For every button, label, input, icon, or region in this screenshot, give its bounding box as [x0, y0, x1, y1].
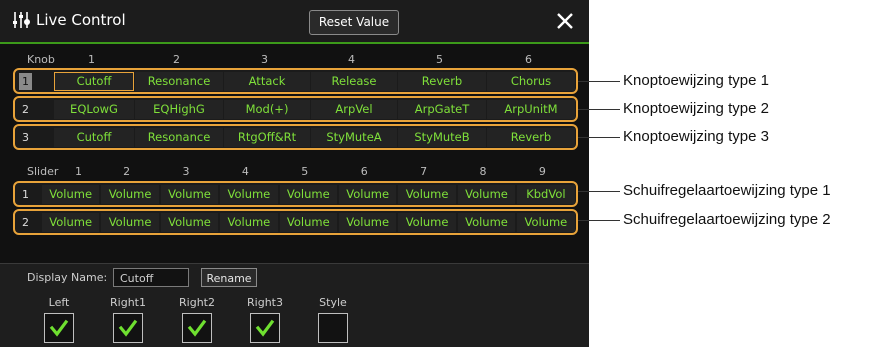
annotation-label: Knoptoewijzing type 2: [623, 100, 769, 117]
checkmark-icon: [187, 319, 207, 337]
knob-assign-cell[interactable]: StyMuteA: [311, 128, 397, 147]
part-label-right1: Right1: [110, 296, 146, 309]
knob-assign-cell[interactable]: RtgOff&Rt: [224, 128, 310, 147]
knob-assign-row-1: 1 Cutoff Resonance Attack Release Reverb Choru…: [13, 68, 578, 94]
part-label-right3: Right3: [247, 296, 283, 309]
knob-column-header: 1: [88, 53, 95, 66]
row-number[interactable]: 1: [19, 73, 32, 90]
knob-assign-cell[interactable]: Mod(+): [224, 100, 310, 119]
row-number[interactable]: 2: [19, 214, 32, 231]
slider-column-header: 9: [538, 165, 546, 178]
slider-assign-cell[interactable]: Volume: [220, 213, 278, 232]
slider-assign-cell[interactable]: Volume: [398, 185, 456, 204]
annotation-leader-line: [578, 220, 620, 221]
knob-assign-cell[interactable]: ArpVel: [311, 100, 397, 119]
knob-column-header: 2: [173, 53, 180, 66]
knob-assign-cell[interactable]: Resonance: [135, 128, 223, 147]
slider-assign-row-2: 2 Volume Volume Volume Volume Volume Volume Vol…: [13, 209, 578, 235]
part-label-style: Style: [319, 296, 347, 309]
annotation-label: Schuifregelaartoewijzing type 1: [623, 182, 831, 199]
annotation-leader-line: [578, 137, 620, 138]
reset-value-button[interactable]: Reset Value: [309, 10, 399, 35]
knob-assign-cell[interactable]: Cutoff: [54, 128, 134, 147]
knob-assign-row-3: 3 Cutoff Resonance RtgOff&Rt StyMuteA StyMute…: [13, 124, 578, 150]
slider-assign-cell[interactable]: Volume: [457, 185, 516, 204]
part-checkbox-left[interactable]: [44, 313, 74, 343]
checkmark-icon: [49, 319, 69, 337]
knob-assign-cell[interactable]: Reverb: [487, 128, 575, 147]
slider-assign-cell[interactable]: Volume: [42, 213, 100, 232]
row-number[interactable]: 1: [19, 186, 32, 203]
knob-assign-cell[interactable]: Cutoff: [54, 72, 134, 91]
part-label-left: Left: [48, 296, 70, 309]
slider-header-label: Slider: [27, 165, 59, 178]
slider-assign-cell[interactable]: Volume: [457, 213, 516, 232]
slider-column-header: 4: [241, 165, 249, 178]
slider-assign-cell[interactable]: Volume: [398, 213, 456, 232]
window-title: Live Control: [36, 11, 126, 29]
knob-assign-cell[interactable]: Chorus: [487, 72, 575, 91]
slider-column-header: 2: [123, 165, 131, 178]
knob-assign-cell[interactable]: Reverb: [398, 72, 486, 91]
slider-assign-cell[interactable]: Volume: [279, 213, 337, 232]
slider-assign-cell[interactable]: Volume: [339, 185, 397, 204]
knob-assign-cell[interactable]: ArpGateT: [398, 100, 486, 119]
part-checkbox-style[interactable]: [318, 313, 348, 343]
display-name-field[interactable]: Cutoff: [113, 268, 189, 287]
slider-assign-cell[interactable]: Volume: [42, 185, 100, 204]
slider-assign-cell[interactable]: Volume: [101, 185, 159, 204]
slider-assign-row-1: 1 Volume Volume Volume Volume Volume Volume Vol…: [13, 181, 578, 207]
knob-assign-cell[interactable]: Resonance: [135, 72, 223, 91]
part-label-right2: Right2: [179, 296, 215, 309]
live-control-icon: [13, 12, 30, 28]
slider-assign-cell[interactable]: Volume: [160, 185, 219, 204]
title-bar: Live Control Reset Value: [0, 0, 589, 44]
rename-button[interactable]: Rename: [201, 268, 257, 287]
slider-column-header: 8: [479, 165, 487, 178]
knob-assign-cell[interactable]: StyMuteB: [398, 128, 486, 147]
knob-assign-cell[interactable]: Attack: [224, 72, 310, 91]
row-number[interactable]: 2: [19, 101, 32, 118]
slider-column-header: 6: [360, 165, 368, 178]
slider-assign-cell[interactable]: Volume: [160, 213, 219, 232]
part-checkbox-right2[interactable]: [182, 313, 212, 343]
knob-assign-cell[interactable]: ArpUnitM: [487, 100, 575, 119]
knob-column-header: 5: [436, 53, 443, 66]
part-checkbox-right3[interactable]: [250, 313, 280, 343]
live-control-panel: Live Control Reset Value Knob 1 2 3 4 5 6 1 Cu…: [0, 0, 589, 347]
knob-assign-cell[interactable]: Release: [311, 72, 397, 91]
slider-column-header: 5: [301, 165, 309, 178]
slider-assign-cell[interactable]: Volume: [339, 213, 397, 232]
annotation-label: Schuifregelaartoewijzing type 2: [623, 211, 831, 228]
knob-column-header: 4: [348, 53, 355, 66]
knob-column-header: 3: [261, 53, 268, 66]
checkmark-icon: [255, 319, 275, 337]
knob-header-label: Knob: [27, 53, 55, 66]
annotation-label: Knoptoewijzing type 3: [623, 128, 769, 145]
slider-assign-cell[interactable]: KbdVol: [517, 185, 575, 204]
knob-assign-row-2: 2 EQLowG EQHighG Mod(+) ArpVel ArpGateT ArpUni…: [13, 96, 578, 122]
slider-assign-cell[interactable]: Volume: [517, 213, 575, 232]
annotation-leader-line: [578, 191, 620, 192]
slider-assign-cell[interactable]: Volume: [220, 185, 278, 204]
knob-column-header: 6: [525, 53, 532, 66]
slider-column-header: 3: [182, 165, 190, 178]
part-checkbox-right1[interactable]: [113, 313, 143, 343]
close-icon[interactable]: [554, 10, 576, 32]
knob-assign-cell[interactable]: EQLowG: [54, 100, 134, 119]
slider-column-header: 7: [420, 165, 428, 178]
checkmark-icon: [118, 319, 138, 337]
display-name-label: Display Name:: [27, 271, 108, 284]
annotation-leader-line: [578, 109, 620, 110]
annotation-label: Knoptoewijzing type 1: [623, 72, 769, 89]
annotation-leader-line: [578, 81, 620, 82]
slider-column-header: 1: [75, 165, 82, 178]
row-number[interactable]: 3: [19, 129, 32, 146]
slider-assign-cell[interactable]: Volume: [101, 213, 159, 232]
slider-assign-cell[interactable]: Volume: [279, 185, 337, 204]
knob-assign-cell[interactable]: EQHighG: [135, 100, 223, 119]
